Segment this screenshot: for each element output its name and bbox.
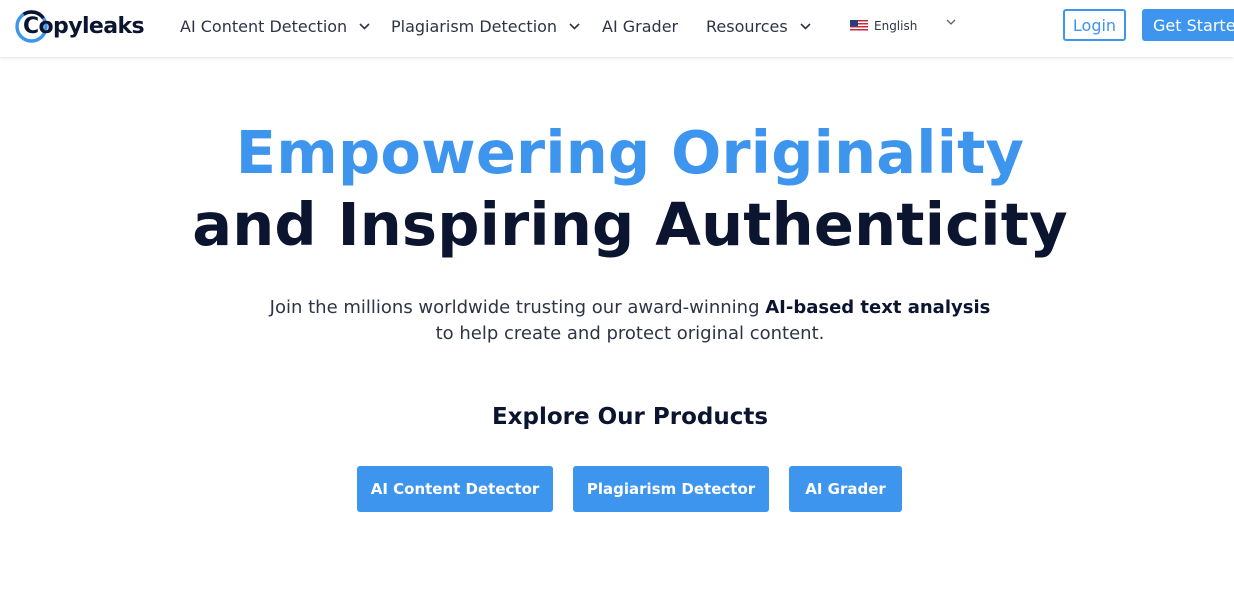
hero-headline-line2: and Inspiring Authenticity	[192, 190, 1068, 259]
chevron-down-icon	[359, 22, 370, 30]
copyleaks-logo[interactable]: Copyleaks	[15, 9, 145, 45]
hero-headline-line1: Empowering Originality	[235, 118, 1025, 187]
hero-subtitle-text: Join the millions worldwide trusting our…	[269, 297, 766, 318]
us-flag-icon	[850, 20, 868, 32]
nav-resources[interactable]: Resources	[706, 14, 811, 38]
brand-name: Copyleaks	[23, 14, 145, 39]
nav-label: Resources	[706, 16, 788, 36]
hero-subtitle-line2: to help create and protect original cont…	[435, 323, 825, 344]
login-button[interactable]: Login	[1063, 9, 1126, 41]
chevron-down-icon	[800, 22, 811, 30]
hero-subtitle-line1: Join the millions worldwide trusting our…	[0, 297, 1234, 318]
language-selector[interactable]: English	[850, 16, 917, 36]
ai-grader-button[interactable]: AI Grader	[789, 466, 902, 512]
nav-ai-grader[interactable]: AI Grader	[602, 14, 678, 38]
chevron-down-icon	[569, 22, 580, 30]
language-chevron-down-icon[interactable]	[946, 19, 956, 26]
nav-label: AI Content Detection	[180, 16, 348, 36]
nav-label: Plagiarism Detection	[391, 16, 558, 36]
nav-ai-content-detection[interactable]: AI Content Detection	[180, 14, 370, 38]
plagiarism-detector-button[interactable]: Plagiarism Detector	[573, 466, 769, 512]
nav-label: AI Grader	[602, 16, 679, 36]
top-navigation-bar: Copyleaks AI Content Detection Plagiaris…	[0, 0, 1234, 57]
nav-plagiarism-detection[interactable]: Plagiarism Detection	[391, 14, 580, 38]
explore-products-heading: Explore Our Products	[491, 404, 769, 430]
language-label: English	[874, 19, 918, 33]
ai-content-detector-button[interactable]: AI Content Detector	[357, 466, 553, 512]
get-started-button[interactable]: Get Started	[1142, 9, 1234, 41]
hero-subtitle-emphasis: AI-based text analysis	[765, 297, 991, 318]
